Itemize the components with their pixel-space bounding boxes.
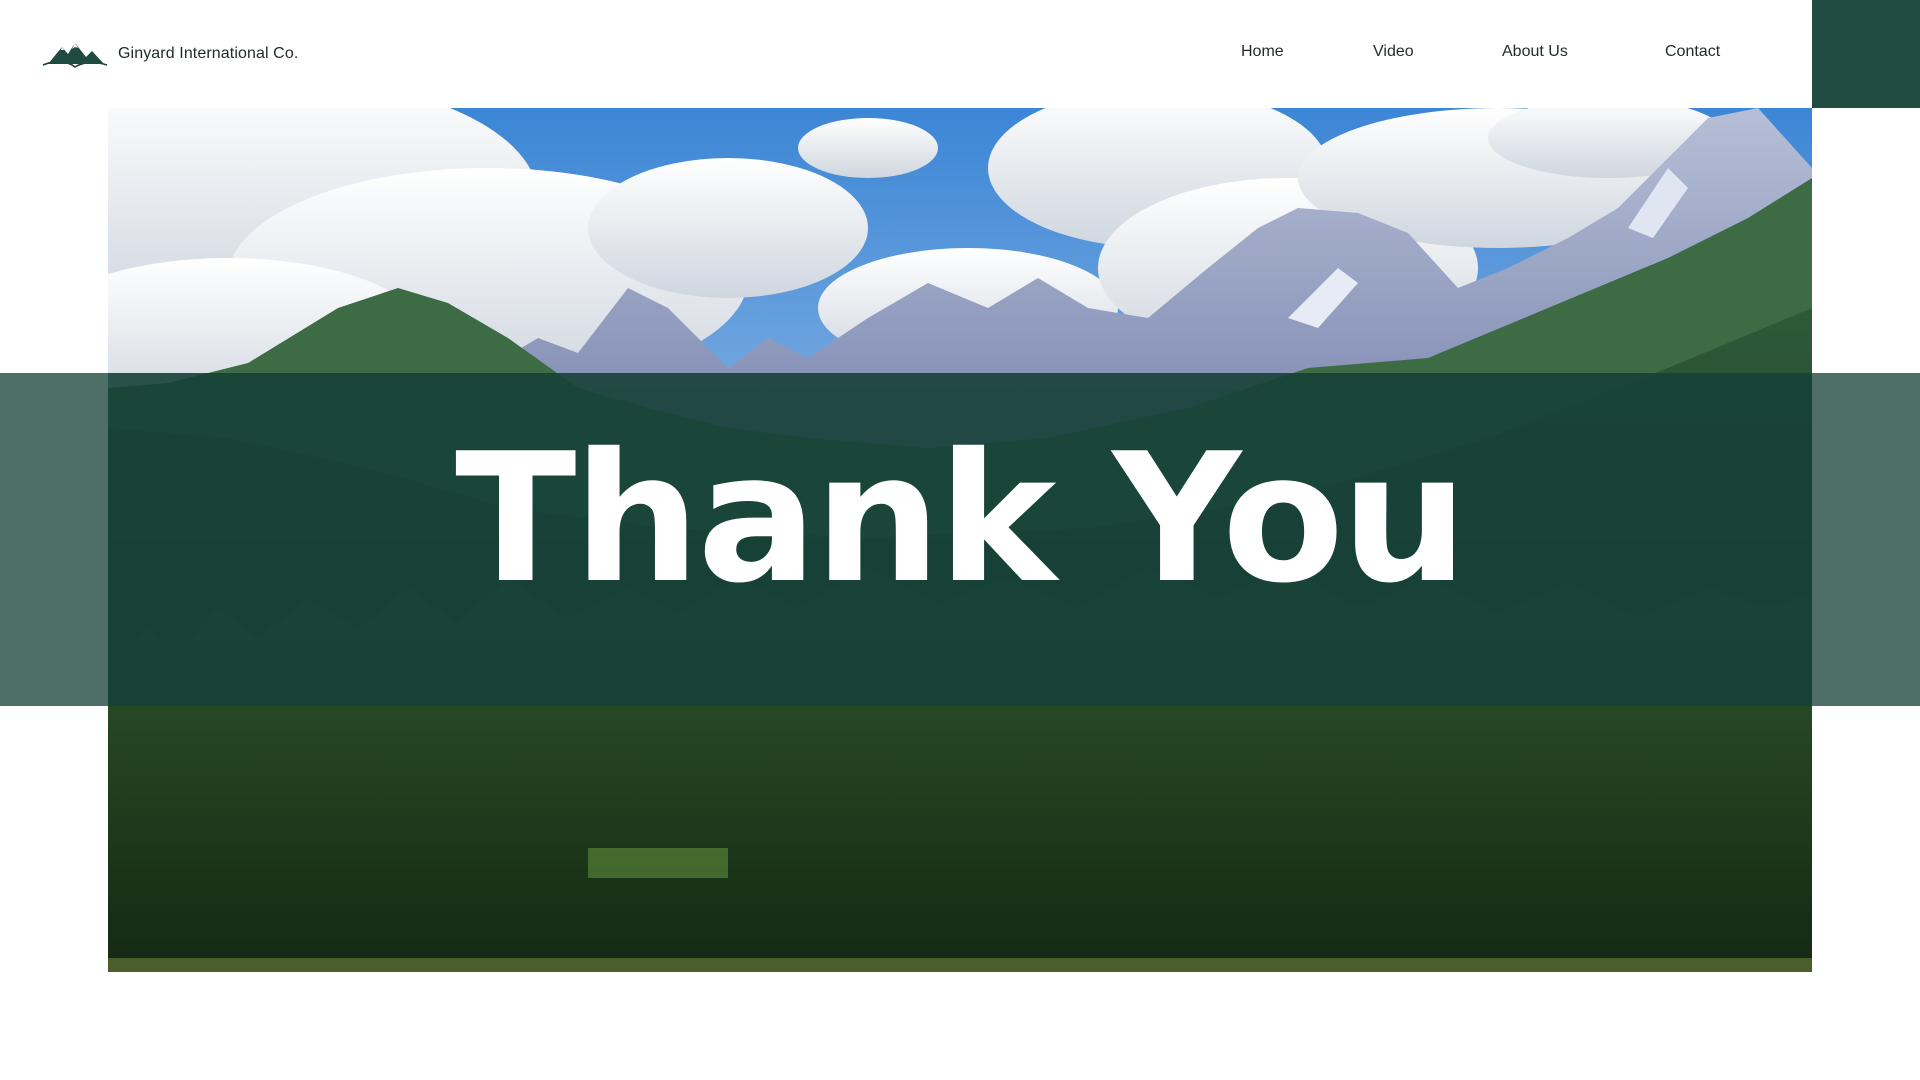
corner-accent-block [1812, 0, 1920, 108]
nav-about-link[interactable]: About Us [1502, 43, 1568, 61]
thank-you-headline: Thank You [455, 415, 1468, 622]
nav-video-link[interactable]: Video [1373, 43, 1414, 61]
mountain-logo-icon [42, 43, 108, 68]
brand-name: Ginyard International Co. [118, 45, 299, 62]
nav-contact-link[interactable]: Contact [1665, 43, 1720, 61]
slide-page: Ginyard International Co. Home Video Abo… [0, 0, 1920, 1080]
brand[interactable]: Ginyard International Co. [42, 34, 298, 74]
nav-home-link[interactable]: Home [1241, 43, 1284, 61]
